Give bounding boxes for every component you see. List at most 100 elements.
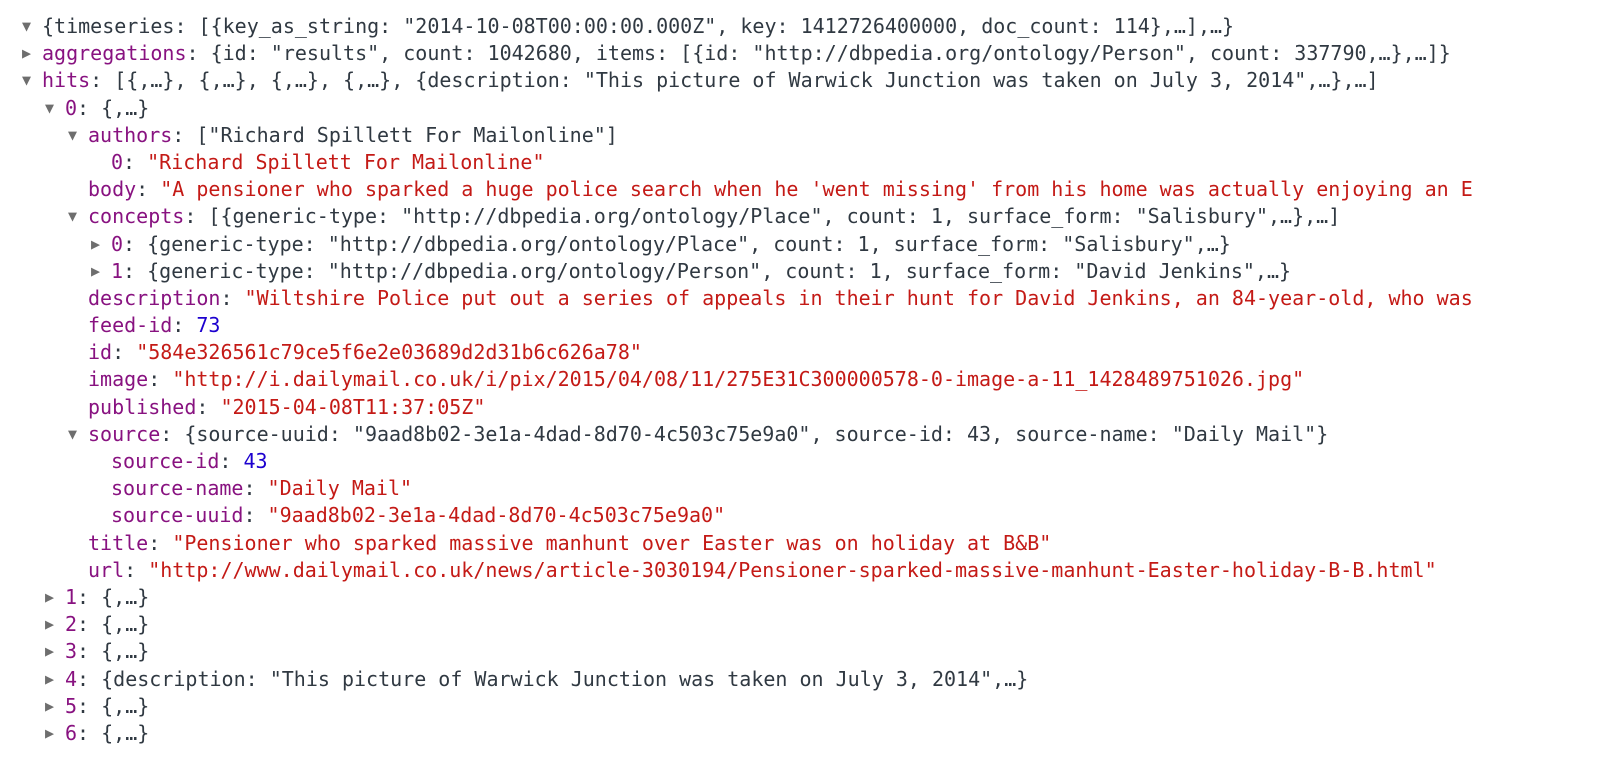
json-punctuation: {timeseries: [{key_as_string: "2014-10-0… [42, 14, 1235, 38]
json-key: 6 [65, 720, 78, 745]
json-punctuation: : [148, 530, 173, 555]
json-punctuation: : {,…} [77, 639, 150, 664]
tree-row[interactable]: ▶ 2: {,…} [0, 611, 1616, 638]
json-punctuation: : {generic-type: "http://dbpedia.org/ont… [123, 258, 1292, 283]
json-key: title [88, 530, 149, 555]
json-key: 3 [65, 639, 78, 664]
json-punctuation: : [219, 449, 244, 473]
json-key: 1 [65, 584, 78, 609]
tree-row: body: "A pensioner who sparked a huge po… [0, 176, 1616, 203]
json-key: 0 [65, 95, 78, 120]
disclosure-expanded-icon[interactable]: ▼ [68, 203, 88, 230]
json-punctuation: : {description: "This picture of Warwick… [77, 666, 1029, 691]
json-string-value: "http://www.dailymail.co.uk/news/article… [148, 557, 1437, 582]
json-number-value: 73 [196, 313, 221, 338]
disclosure-collapsed-icon[interactable]: ▶ [45, 638, 65, 665]
tree-row: url: "http://www.dailymail.co.uk/news/ar… [0, 557, 1616, 584]
tree-row: published: "2015-04-08T11:37:05Z" [0, 394, 1616, 421]
json-punctuation: : [220, 285, 245, 310]
json-key: description [88, 285, 221, 310]
json-key: source [88, 421, 161, 446]
disclosure-collapsed-icon[interactable]: ▶ [45, 693, 65, 720]
disclosure-collapsed-icon[interactable]: ▶ [45, 720, 65, 747]
disclosure-collapsed-icon[interactable]: ▶ [91, 231, 111, 258]
tree-row[interactable]: ▼ {timeseries: [{key_as_string: "2014-10-… [0, 13, 1616, 40]
json-punctuation: : {,…} [77, 584, 150, 609]
json-key: id [88, 340, 113, 365]
json-string-value: "9aad8b02-3e1a-4dad-8d70-4c503c75e9a0" [267, 503, 726, 528]
json-punctuation: : [{,…}, {,…}, {,…}, {,…}, {description:… [90, 68, 1379, 93]
tree-row[interactable]: ▼ 0: {,…} [0, 95, 1616, 122]
json-punctuation: : {generic-type: "http://dbpedia.org/ont… [123, 231, 1231, 256]
disclosure-collapsed-icon[interactable]: ▶ [45, 611, 65, 638]
disclosure-expanded-icon[interactable]: ▼ [22, 67, 42, 94]
json-string-value: "Richard Spillett For Mailonline" [147, 149, 545, 174]
tree-row[interactable]: ▼ concepts: [{generic-type: "http://dbped… [0, 203, 1616, 230]
json-string-value: "Pensioner who sparked massive manhunt o… [172, 530, 1052, 555]
json-key: aggregations [42, 41, 187, 66]
json-key: 5 [65, 693, 78, 718]
json-key: 4 [65, 666, 78, 691]
json-key: body [88, 177, 137, 202]
json-key: source-id [111, 449, 220, 473]
tree-row: description: "Wiltshire Police put out a… [0, 285, 1616, 312]
disclosure-expanded-icon[interactable]: ▼ [68, 122, 88, 149]
tree-row: feed-id: 73 [0, 312, 1616, 339]
json-key: authors [88, 122, 173, 147]
json-punctuation: : [112, 340, 137, 365]
tree-row: source-uuid: "9aad8b02-3e1a-4dad-8d70-4c… [0, 502, 1616, 529]
tree-row[interactable]: ▼ source: {source-uuid: "9aad8b02-3e1a-4d… [0, 421, 1616, 448]
json-string-value: "Daily Mail" [267, 476, 413, 501]
json-key: source-uuid [111, 503, 244, 528]
tree-row[interactable]: ▶ 1: {generic-type: "http://dbpedia.org/o… [0, 258, 1616, 285]
json-key: url [88, 557, 125, 582]
tree-row: image: "http://i.dailymail.co.uk/i/pix/2… [0, 366, 1616, 393]
json-string-value: "A pensioner who sparked a huge police s… [160, 177, 1473, 202]
disclosure-collapsed-icon[interactable]: ▶ [22, 40, 42, 67]
json-key: hits [42, 68, 91, 93]
disclosure-expanded-icon[interactable]: ▼ [45, 95, 65, 122]
json-string-value: "http://i.dailymail.co.uk/i/pix/2015/04/… [172, 367, 1305, 392]
json-punctuation: : [{generic-type: "http://dbpedia.org/on… [184, 204, 1341, 229]
tree-row[interactable]: ▶ 3: {,…} [0, 638, 1616, 665]
tree-row[interactable]: ▶ 4: {description: "This picture of Warwi… [0, 666, 1616, 693]
json-key: 0 [111, 231, 124, 256]
tree-row[interactable]: ▶ 1: {,…} [0, 584, 1616, 611]
json-punctuation: : {,…} [77, 693, 150, 718]
tree-row: id: "584e326561c79ce5f6e2e03689d2d31b6c6… [0, 339, 1616, 366]
json-key: concepts [88, 204, 185, 229]
tree-row: source-id: 43 [0, 448, 1616, 475]
json-punctuation: : {source-uuid: "9aad8b02-3e1a-4dad-8d70… [160, 421, 1329, 446]
json-string-value: "584e326561c79ce5f6e2e03689d2d31b6c626a7… [136, 340, 642, 365]
json-punctuation: : {id: "results", count: 1042680, items:… [186, 41, 1451, 66]
json-punctuation: : {,…} [77, 95, 150, 120]
json-key: image [88, 367, 149, 392]
json-key: published [88, 394, 197, 419]
json-key: 0 [111, 149, 124, 174]
json-key: source-name [111, 476, 244, 501]
tree-row: source-name: "Daily Mail" [0, 475, 1616, 502]
disclosure-collapsed-icon[interactable]: ▶ [45, 584, 65, 611]
json-punctuation: : [124, 557, 149, 582]
tree-row[interactable]: ▶ 5: {,…} [0, 693, 1616, 720]
disclosure-expanded-icon[interactable]: ▼ [22, 13, 42, 40]
tree-row[interactable]: ▼ authors: ["Richard Spillett For Mailonl… [0, 122, 1616, 149]
json-string-value: "Wiltshire Police put out a series of ap… [244, 285, 1473, 310]
json-punctuation: : [148, 367, 173, 392]
json-key: 2 [65, 612, 78, 637]
disclosure-expanded-icon[interactable]: ▼ [68, 421, 88, 448]
json-string-value: "2015-04-08T11:37:05Z" [220, 394, 486, 419]
tree-row[interactable]: ▶ 0: {generic-type: "http://dbpedia.org/o… [0, 231, 1616, 258]
tree-row[interactable]: ▶ aggregations: {id: "results", count: 10… [0, 40, 1616, 67]
json-number-value: 43 [243, 449, 268, 473]
tree-row[interactable]: ▼ hits: [{,…}, {,…}, {,…}, {,…}, {descrip… [0, 67, 1616, 94]
tree-row[interactable]: ▶ 6: {,…} [0, 720, 1616, 747]
json-key: feed-id [88, 313, 173, 338]
disclosure-collapsed-icon[interactable]: ▶ [91, 258, 111, 285]
json-punctuation: : [123, 149, 148, 174]
json-tree-viewer: ▼ {timeseries: [{key_as_string: "2014-10-… [0, 0, 1616, 768]
disclosure-collapsed-icon[interactable]: ▶ [45, 666, 65, 693]
json-punctuation: : [243, 503, 268, 528]
json-key: 1 [111, 258, 124, 283]
tree-row: 0: "Richard Spillett For Mailonline" [0, 149, 1616, 176]
